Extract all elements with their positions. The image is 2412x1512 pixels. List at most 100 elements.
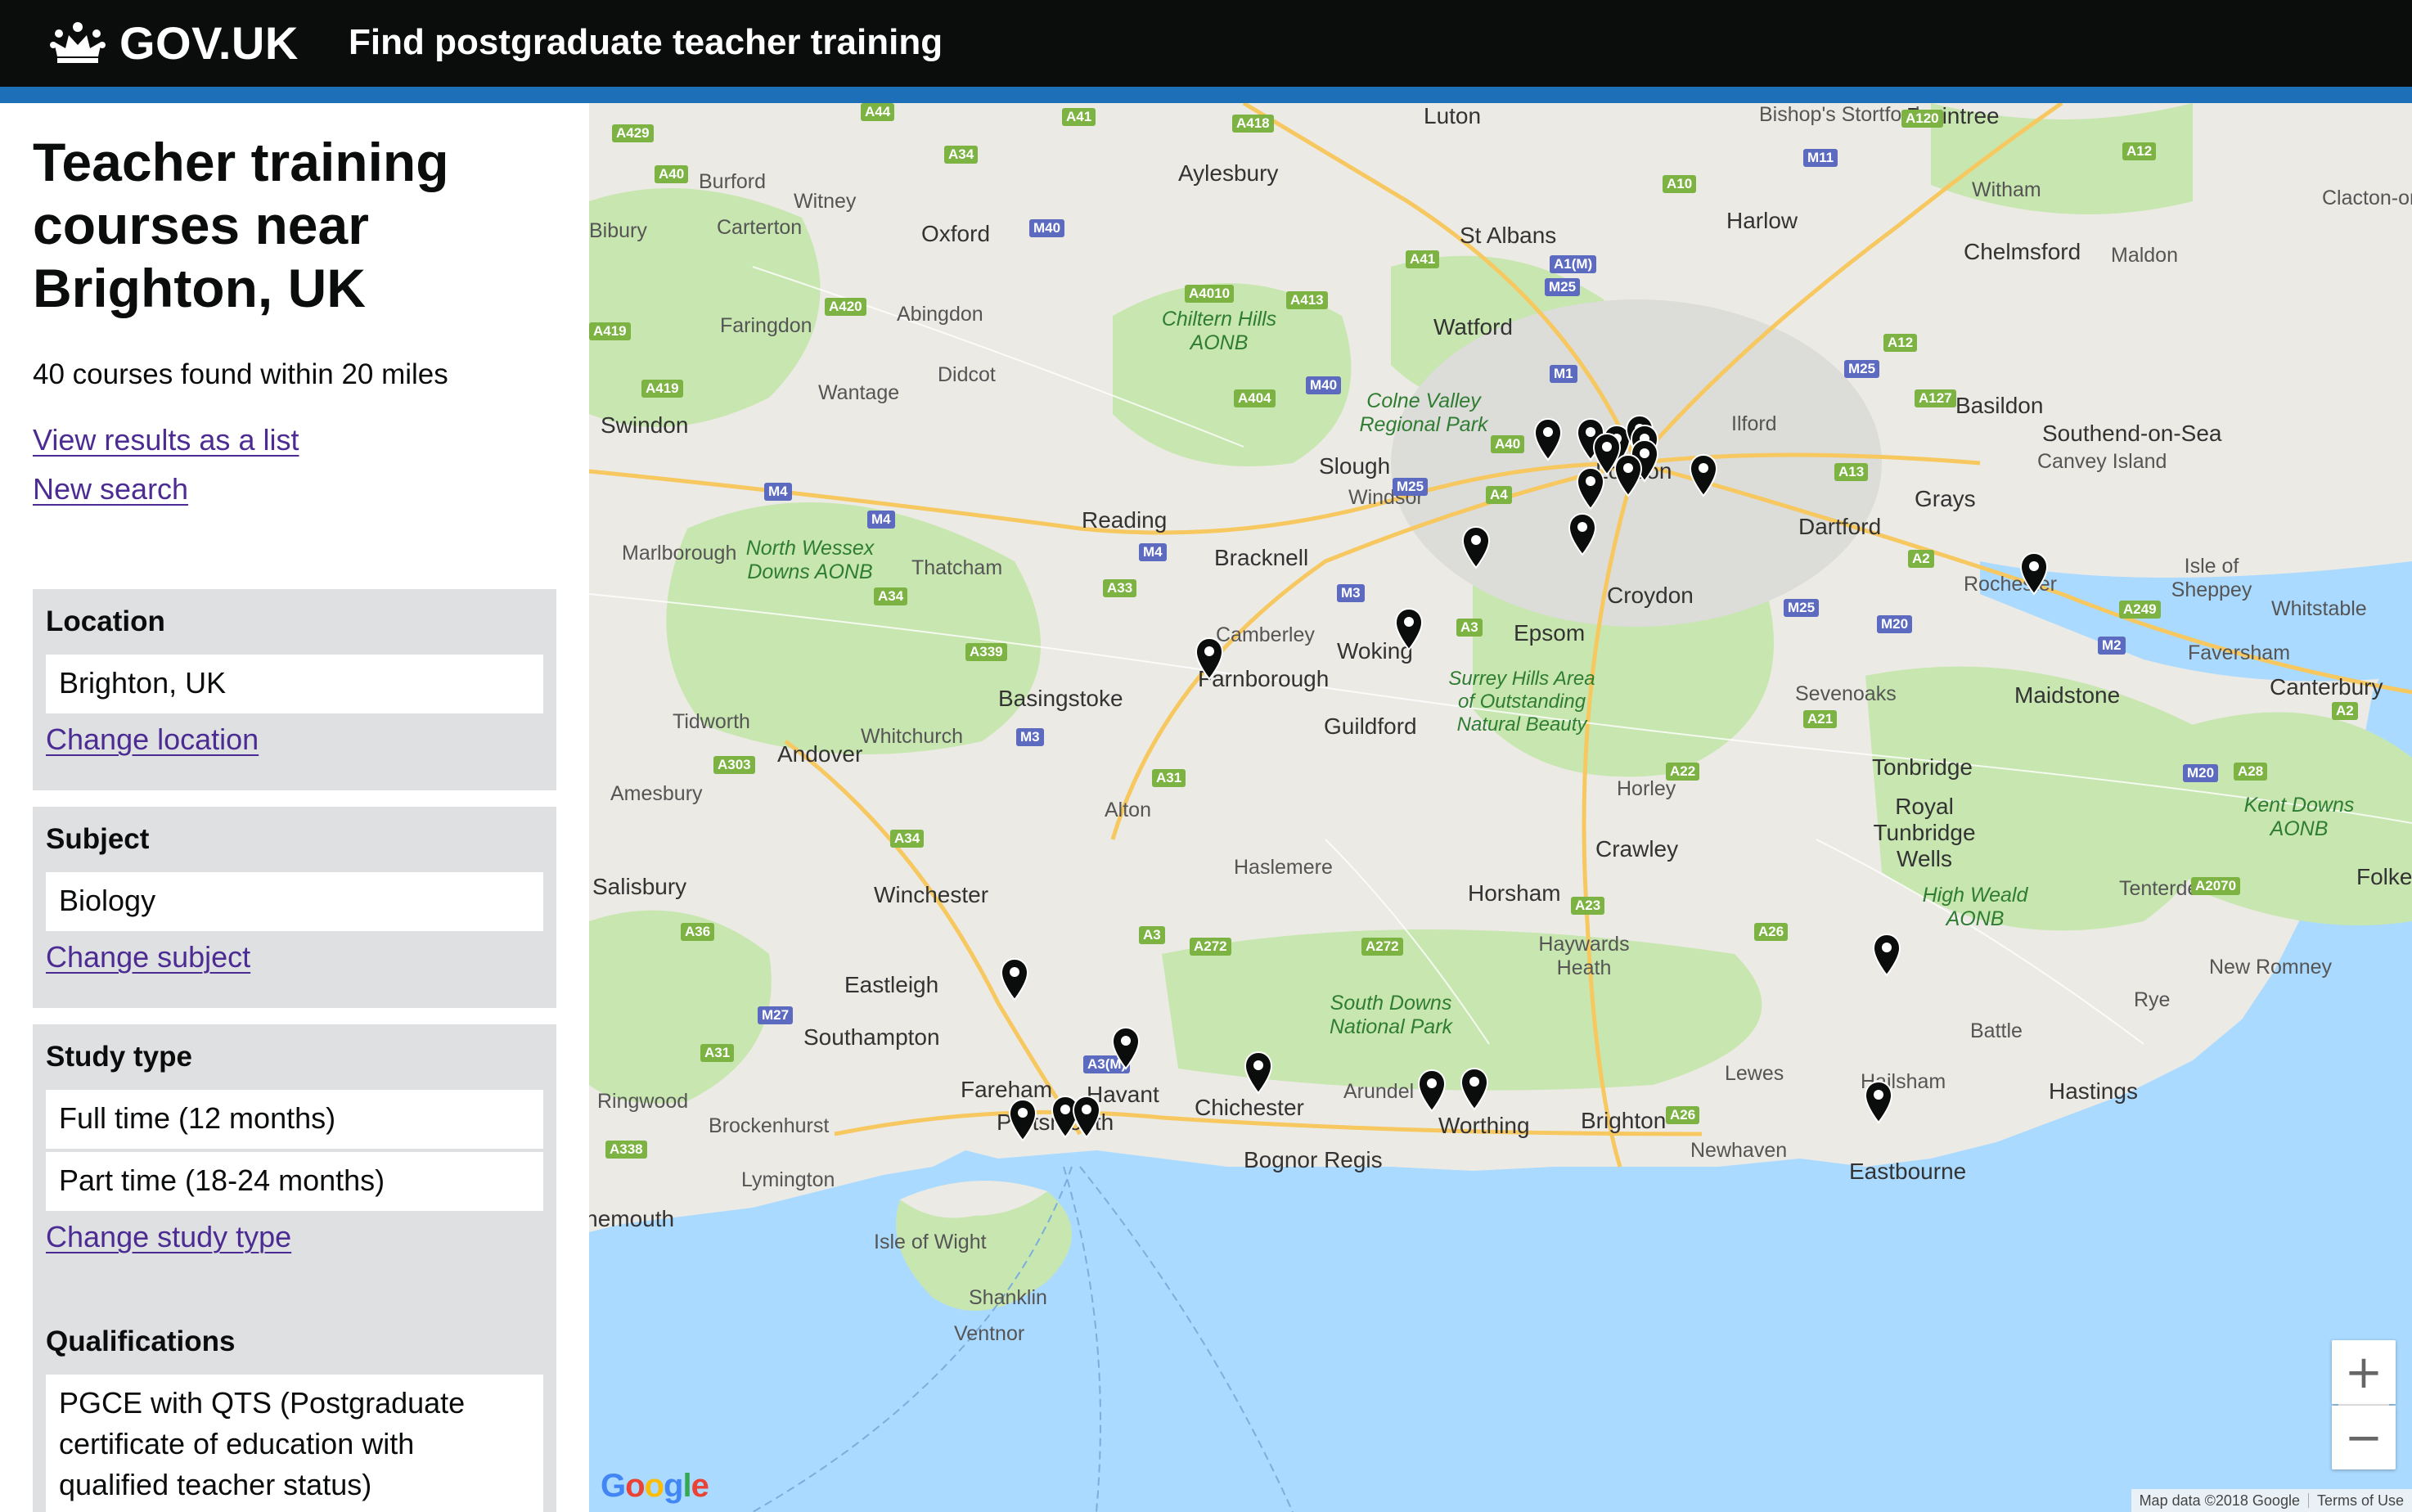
map-label-tidworth: Tidworth — [673, 710, 750, 733]
course-pin[interactable] — [1689, 453, 1718, 497]
course-pin[interactable] — [1533, 417, 1563, 461]
road-shield: A339 — [965, 643, 1007, 661]
road-shield: A41 — [1062, 108, 1096, 126]
course-pin[interactable] — [2019, 551, 2049, 596]
map-label-oxford: Oxford — [921, 221, 991, 246]
course-pin[interactable] — [1576, 466, 1605, 511]
change-study-type-link[interactable]: Change study type — [46, 1219, 543, 1255]
road-shield: A26 — [1666, 1106, 1700, 1124]
map-label-eastbourne: Eastbourne — [1849, 1159, 1967, 1184]
map-label-witham: Witham — [1972, 178, 2041, 201]
map-label-marlborough: Marlborough — [622, 542, 737, 565]
road-shield: A303 — [713, 756, 755, 774]
course-pin[interactable] — [1417, 1069, 1447, 1113]
map-label-north-wessex-downs: North Wessex Downs AONB — [745, 537, 875, 583]
map-label-sevenoaks: Sevenoaks — [1795, 682, 1897, 705]
map-label-horley: Horley — [1617, 777, 1676, 800]
course-pin[interactable] — [1072, 1095, 1101, 1139]
results-map[interactable]: Luton Aylesbury Bishop's Stortford Brain… — [589, 103, 2412, 1512]
course-pin[interactable] — [1195, 637, 1224, 681]
course-pin[interactable] — [1111, 1026, 1141, 1070]
road-shield: A12 — [1883, 334, 1918, 352]
map-label-ventnor: Ventnor — [954, 1322, 1025, 1345]
map-label-bishops-stortford: Bishop's Stortford — [1759, 103, 1920, 126]
course-pin[interactable] — [1394, 607, 1424, 651]
study-type-full-time: Full time (12 months) — [46, 1090, 543, 1149]
course-pin[interactable] — [1568, 512, 1597, 556]
road-shield: A28 — [2234, 763, 2268, 781]
map-label-isle-of-wight: Isle of Wight — [874, 1231, 987, 1253]
map-label-dartford: Dartford — [1798, 514, 1882, 539]
study-type-part-time: Part time (18-24 months) — [46, 1152, 543, 1211]
map-label-battle: Battle — [1970, 1019, 2023, 1042]
location-value: Brighton, UK — [46, 655, 543, 713]
map-label-whitchurch: Whitchurch — [861, 725, 964, 748]
map-label-lewes: Lewes — [1725, 1062, 1784, 1085]
map-label-alton: Alton — [1105, 799, 1151, 821]
road-shield: A40 — [1491, 435, 1525, 453]
map-label-bibury: Bibury — [589, 219, 647, 242]
road-shield: A2 — [2332, 702, 2358, 720]
map-label-ilford: Ilford — [1731, 412, 1777, 435]
road-shield: A404 — [1234, 389, 1276, 407]
road-shield: A33 — [1103, 579, 1137, 597]
map-label-high-weald: High Weald AONB — [1922, 884, 2028, 930]
map-label-folkestone: Folkestone — [2356, 864, 2412, 889]
course-pin[interactable] — [1244, 1051, 1273, 1095]
map-label-tonbridge: Tonbridge — [1872, 754, 1973, 780]
map-label-luton: Luton — [1424, 103, 1482, 128]
map-label-didcot: Didcot — [938, 363, 996, 386]
road-shield: A36 — [681, 923, 715, 941]
road-shield: A40 — [655, 165, 689, 183]
road-shield: A272 — [1190, 938, 1231, 956]
header-blue-stripe — [0, 87, 2412, 103]
road-shield: M25 — [1393, 478, 1429, 496]
map-label-colne-valley: Colne Valley Regional Park — [1359, 389, 1488, 436]
road-shield: M2 — [2098, 637, 2126, 655]
road-shield: A21 — [1803, 710, 1838, 728]
road-shield: A12 — [2122, 142, 2157, 160]
course-pin[interactable] — [1461, 525, 1491, 569]
map-label-canterbury: Canterbury — [2270, 674, 2383, 700]
zoom-out-button[interactable]: − — [2332, 1406, 2396, 1469]
terms-of-use-link[interactable]: Terms of Use — [2317, 1492, 2404, 1510]
map-label-new-romney: New Romney — [2209, 956, 2333, 979]
road-shield: A272 — [1361, 938, 1403, 956]
change-subject-link[interactable]: Change subject — [46, 939, 543, 975]
course-pin[interactable] — [1000, 957, 1029, 1001]
zoom-in-button[interactable]: + — [2332, 1340, 2396, 1404]
road-shield: A338 — [605, 1141, 647, 1159]
road-shield: A2070 — [2191, 877, 2241, 895]
road-shield: A413 — [1286, 291, 1328, 309]
map-label-hastings: Hastings — [2049, 1078, 2138, 1104]
subject-heading: Subject — [46, 823, 150, 855]
map-label-crawley: Crawley — [1595, 836, 1679, 862]
course-pin[interactable] — [1864, 1080, 1893, 1124]
change-location-link[interactable]: Change location — [46, 722, 543, 758]
service-name-link[interactable]: Find postgraduate teacher training — [349, 18, 943, 67]
new-search-link[interactable]: New search — [33, 471, 188, 507]
course-pin[interactable] — [1613, 453, 1643, 497]
map-label-southend: Southend-on-Sea — [2042, 421, 2222, 446]
location-heading: Location — [46, 605, 165, 637]
map-label-newhaven: Newhaven — [1690, 1139, 1788, 1162]
govuk-logo-link[interactable]: GOV.UK — [49, 16, 299, 69]
road-shield: A120 — [1901, 110, 1943, 128]
road-shield: M25 — [1784, 599, 1820, 617]
course-pin[interactable] — [1460, 1067, 1489, 1111]
road-shield: A418 — [1232, 115, 1274, 133]
road-shield: M4 — [867, 511, 895, 529]
course-pin[interactable] — [1008, 1098, 1037, 1142]
road-shield: M11 — [1803, 149, 1838, 167]
map-label-brockenhurst: Brockenhurst — [709, 1114, 830, 1137]
course-pin[interactable] — [1872, 933, 1901, 977]
map-label-harlow: Harlow — [1726, 208, 1798, 233]
map-label-wantage: Wantage — [818, 381, 900, 404]
google-logo[interactable]: Google — [601, 1468, 709, 1505]
road-shield: A419 — [641, 380, 683, 398]
road-shield: A249 — [2119, 601, 2161, 619]
road-shield: A13 — [1834, 463, 1869, 481]
view-results-list-link[interactable]: View results as a list — [33, 422, 299, 458]
map-label-brighton: Brighton — [1581, 1108, 1667, 1133]
map-label-kent-downs: Kent Downs AONB — [2243, 794, 2355, 840]
